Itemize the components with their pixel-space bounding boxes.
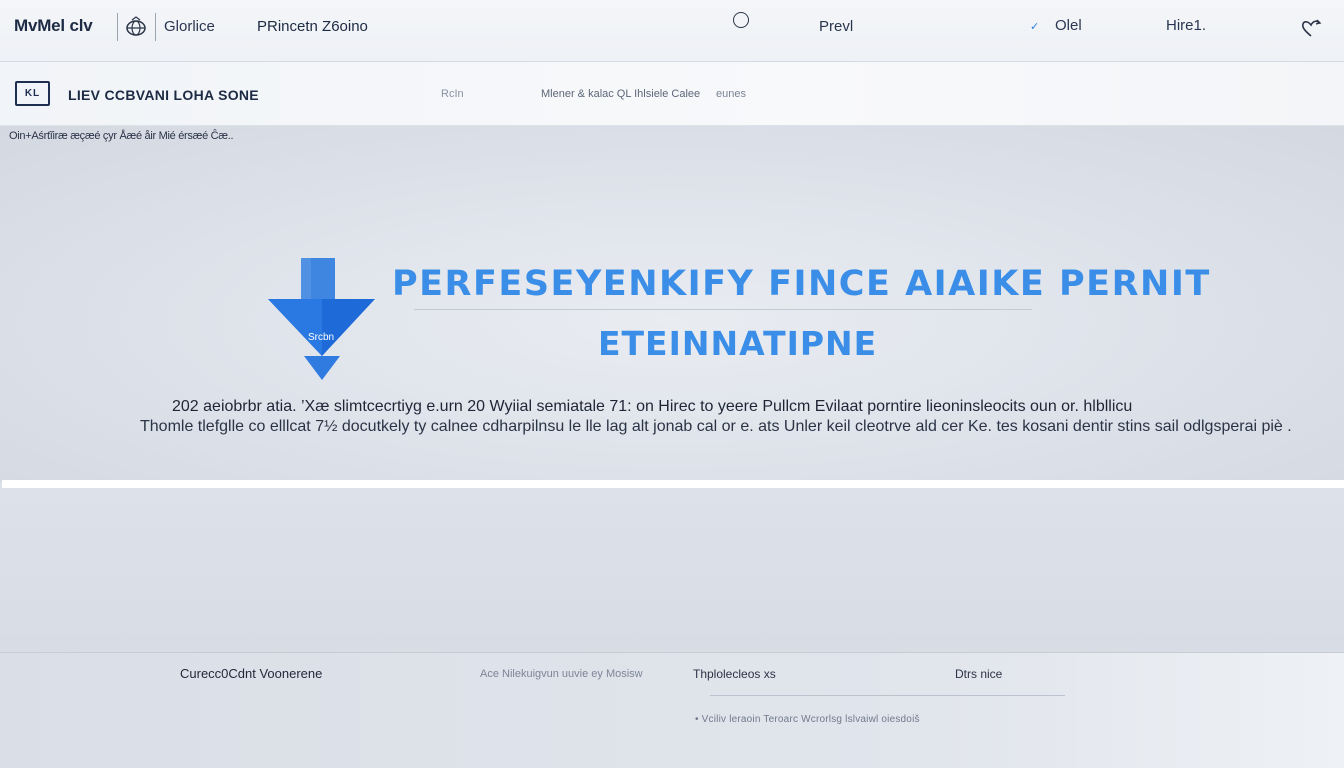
top-navigation: MvMel clv Glorlice PRincetn Z6oino Prevl… [0,0,1344,62]
check-icon: ✓ [1030,21,1040,33]
nav-link-hire[interactable]: Hire1. [1166,17,1206,34]
brand-name[interactable]: MvMel clv [14,16,93,36]
circle-icon[interactable] [733,12,749,28]
footer-column-a[interactable]: Curecc0Cdnt Voonerene [180,666,322,681]
hero-description-line-2: Thomle tlefglle co elllcat 7½ docutkely … [140,418,1292,435]
nav-separator [155,13,156,41]
logo-label: Srcbn [307,332,335,343]
footer-column-b[interactable]: Ace Nilekuigvun uuvie ey Mosisw [480,668,643,680]
sub-link-b[interactable]: Mlener & kalac QL Ihlsiele Calee [541,88,700,100]
sub-logo[interactable]: KL [15,81,50,106]
nav-link-product[interactable]: PRincetn Z6oino [257,18,368,35]
sub-link-a[interactable]: RcIn [441,88,464,100]
hero-subtitle: ETEINNATIPNE [598,324,878,363]
footer-column-d[interactable]: Dtrs nice [955,667,1002,681]
footer-column-c[interactable]: Thplolecleos xs [693,667,776,681]
nav-link-prev[interactable]: Prevl [819,18,853,35]
hero-divider [414,309,1032,310]
sub-link-c[interactable]: eunes [716,88,746,100]
globe-icon[interactable] [124,16,148,38]
sub-title: LIEV CCBVANI LOHA SONE [68,87,259,103]
nav-link-olel[interactable]: Olel [1055,17,1082,34]
arrow-down-logo [268,258,375,380]
hero-description-line-1: 202 aeiobrbr atia. ’Xæ slimtcecrtiyg e.u… [172,398,1133,415]
hero-title: PERFESEYENKIFY FINCE AIAIKE PERNIT [392,264,1211,304]
content-area [0,488,1344,652]
nav-separator [117,13,118,41]
nav-link-services[interactable]: Glorlice [164,18,215,35]
footer-divider [710,695,1065,696]
heart-icon[interactable] [1300,18,1322,38]
breadcrumb: Oin+Aśrtĩiræ æçæé çyr Åæé åir Mié érsæé … [9,130,234,142]
section-divider [2,480,1344,488]
footer-links[interactable]: • Vciliv leraoin Teroarc Wcrorlsg lslvai… [695,714,920,725]
